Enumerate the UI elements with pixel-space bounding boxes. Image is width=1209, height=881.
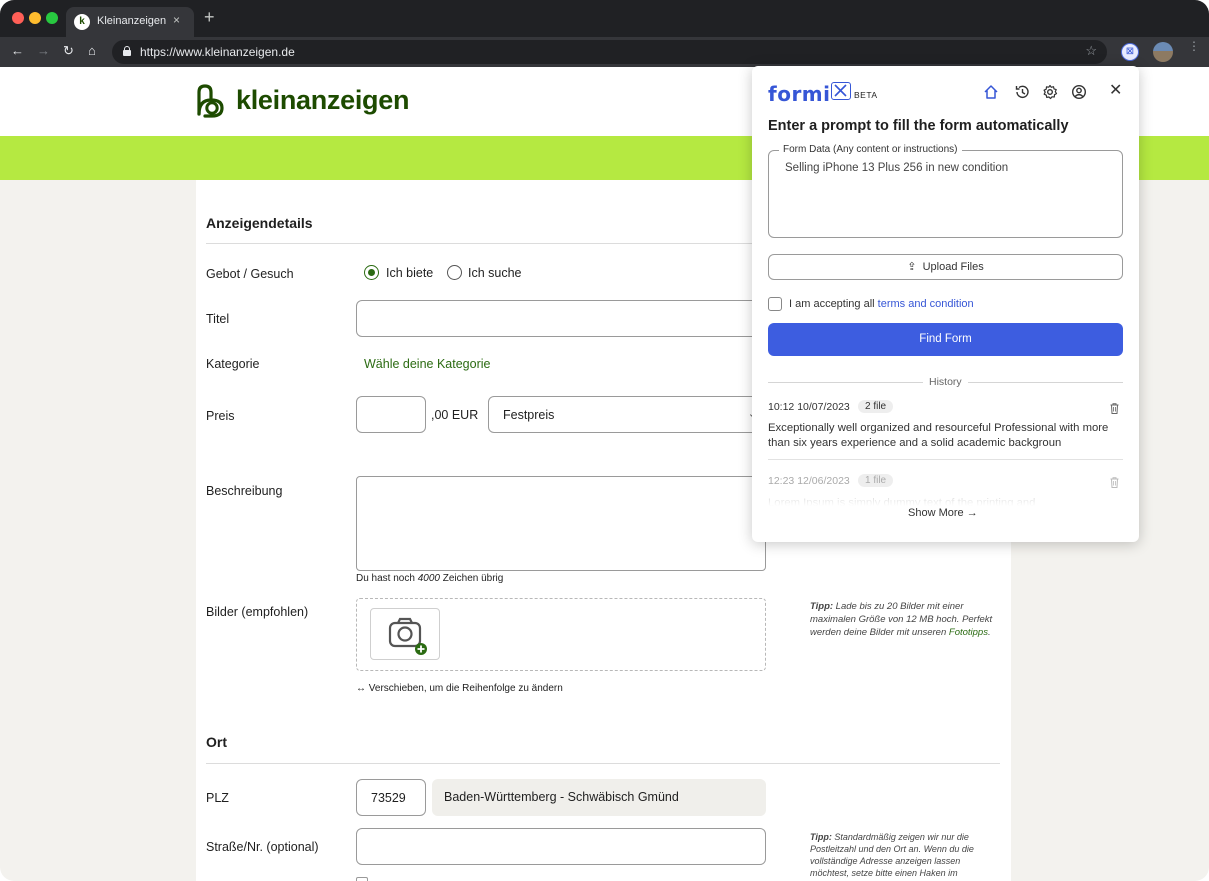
- street-tip: Tipp: Standardmäßig zeigen wir nur die P…: [810, 832, 974, 878]
- gebot-label: Gebot / Gesuch: [206, 267, 294, 281]
- formi-logo-text: formi: [768, 82, 831, 106]
- image-dropzone[interactable]: [356, 598, 766, 671]
- upload-files-button[interactable]: ⇪ Upload Files: [768, 254, 1123, 280]
- history-item-text[interactable]: Exceptionally well organized and resourc…: [768, 421, 1126, 451]
- new-tab-button[interactable]: +: [204, 8, 215, 26]
- address-bar[interactable]: https://www.kleinanzeigen.de ☆: [112, 40, 1107, 64]
- location-field: Baden-Württemberg - Schwäbisch Gmünd: [432, 779, 766, 816]
- kleinanzeigen-favicon: k: [74, 14, 90, 30]
- home-icon[interactable]: ⌂: [88, 44, 96, 58]
- window-maximize-button[interactable]: [46, 12, 58, 24]
- description-textarea[interactable]: [356, 476, 766, 571]
- lock-icon: [123, 46, 131, 56]
- browser-window: k Kleinanzeigen × + ← → ↻ ⌂ https://www.…: [0, 0, 1209, 881]
- show-address-checkbox[interactable]: [356, 877, 368, 881]
- plz-value: 73529: [371, 791, 406, 805]
- upload-icon: ⇪: [907, 261, 917, 273]
- price-type-value: Festpreis: [503, 408, 555, 422]
- textarea-value[interactable]: Selling iPhone 13 Plus 256 in new condit…: [785, 162, 1008, 174]
- url-text[interactable]: https://www.kleinanzeigen.de: [140, 45, 295, 59]
- browser-tab[interactable]: k Kleinanzeigen ×: [66, 7, 194, 37]
- price-input[interactable]: [356, 396, 426, 433]
- reorder-hint: ↔ Verschieben, um die Reihenfolge zu änd…: [356, 683, 563, 694]
- camera-add-icon: [388, 617, 427, 655]
- history-heading: History: [929, 376, 962, 388]
- profile-avatar[interactable]: [1153, 42, 1173, 62]
- history-item-files-badge: 2 file: [858, 400, 894, 413]
- terms-text: I am accepting all terms and condition: [789, 298, 974, 310]
- home-icon[interactable]: [983, 84, 999, 100]
- reload-icon[interactable]: ↻: [63, 44, 74, 58]
- divider: [206, 763, 1000, 764]
- images-label: Bilder (empfohlen): [206, 605, 309, 619]
- account-icon[interactable]: [1071, 84, 1087, 100]
- section-title-location: Ort: [206, 734, 227, 750]
- history-icon[interactable]: [1014, 84, 1030, 100]
- price-suffix: ,00 EUR: [431, 408, 479, 422]
- radio-ich-suche[interactable]: [447, 265, 462, 280]
- formi-extension-icon[interactable]: ⊠: [1121, 43, 1139, 61]
- window-minimize-button[interactable]: [29, 12, 41, 24]
- divider: [768, 382, 923, 383]
- radio-ich-biete-label[interactable]: Ich biete: [386, 266, 433, 280]
- tab-title: Kleinanzeigen: [97, 15, 167, 27]
- textarea-legend: Form Data (Any content or instructions): [779, 144, 962, 155]
- forward-icon[interactable]: →: [37, 44, 50, 58]
- back-icon[interactable]: ←: [11, 44, 24, 58]
- close-icon[interactable]: ✕: [1109, 80, 1122, 100]
- street-label: Straße/Nr. (optional): [206, 840, 319, 854]
- radio-ich-suche-label[interactable]: Ich suche: [468, 266, 522, 280]
- settings-icon[interactable]: [1042, 84, 1058, 100]
- choose-category-link[interactable]: Wähle deine Kategorie: [364, 357, 490, 371]
- history-item-date: 12:23 12/06/2023: [768, 475, 850, 487]
- category-label: Kategorie: [206, 357, 260, 371]
- images-tip: Tipp: Lade bis zu 20 Bilder mit einer ma…: [810, 601, 993, 638]
- section-title-details: Anzeigendetails: [206, 215, 313, 231]
- terms-link[interactable]: terms and condition: [878, 298, 974, 310]
- upload-files-label: Upload Files: [922, 261, 984, 273]
- radio-ich-biete[interactable]: [364, 265, 379, 280]
- history-item-files-badge: 1 file: [858, 474, 894, 487]
- formi-logo-icon: [831, 82, 851, 100]
- fototipps-link[interactable]: Fototipps: [949, 627, 988, 638]
- browser-toolbar: ← → ↻ ⌂ https://www.kleinanzeigen.de ☆: [0, 37, 1209, 67]
- location-value: Baden-Württemberg - Schwäbisch Gmünd: [444, 790, 679, 804]
- description-label: Beschreibung: [206, 484, 283, 498]
- trash-icon[interactable]: [1110, 403, 1119, 414]
- history-item-date: 10:12 10/07/2023: [768, 401, 850, 413]
- char-counter: Du hast noch 4000 Zeichen übrig: [356, 573, 504, 584]
- window-close-button[interactable]: [12, 12, 24, 24]
- tab-close-icon[interactable]: ×: [173, 13, 180, 27]
- add-photo-button[interactable]: [370, 608, 440, 660]
- beta-badge: BETA: [854, 90, 878, 100]
- tab-strip: k Kleinanzeigen × +: [0, 0, 1209, 37]
- show-more-link[interactable]: Show More →: [908, 507, 978, 519]
- history-item-text[interactable]: Lorem Ipsum is simply dummy text of the …: [768, 494, 1123, 506]
- title-label: Titel: [206, 312, 230, 326]
- trash-icon[interactable]: [1110, 477, 1119, 488]
- kleinanzeigen-logo-icon[interactable]: [195, 84, 227, 118]
- divider: [968, 382, 1123, 383]
- divider: [768, 459, 1123, 460]
- bookmark-star-icon[interactable]: ☆: [1085, 43, 1097, 59]
- plz-input[interactable]: 73529: [356, 779, 426, 816]
- terms-checkbox[interactable]: [768, 297, 782, 311]
- title-input[interactable]: [356, 300, 766, 337]
- street-input[interactable]: [356, 828, 766, 865]
- formi-headline: Enter a prompt to fill the form automati…: [768, 118, 1069, 134]
- find-form-button[interactable]: Find Form: [768, 323, 1123, 356]
- price-type-select[interactable]: Festpreis ⌄: [488, 396, 766, 433]
- formi-panel: formi BETA ✕ Enter a prompt to fill the …: [752, 66, 1139, 542]
- plz-label: PLZ: [206, 791, 229, 805]
- price-label: Preis: [206, 409, 235, 423]
- site-logo-text[interactable]: kleinanzeigen: [236, 85, 409, 116]
- browser-menu-icon[interactable]: ⋮: [1188, 40, 1200, 52]
- form-data-textarea[interactable]: Form Data (Any content or instructions) …: [768, 144, 1123, 238]
